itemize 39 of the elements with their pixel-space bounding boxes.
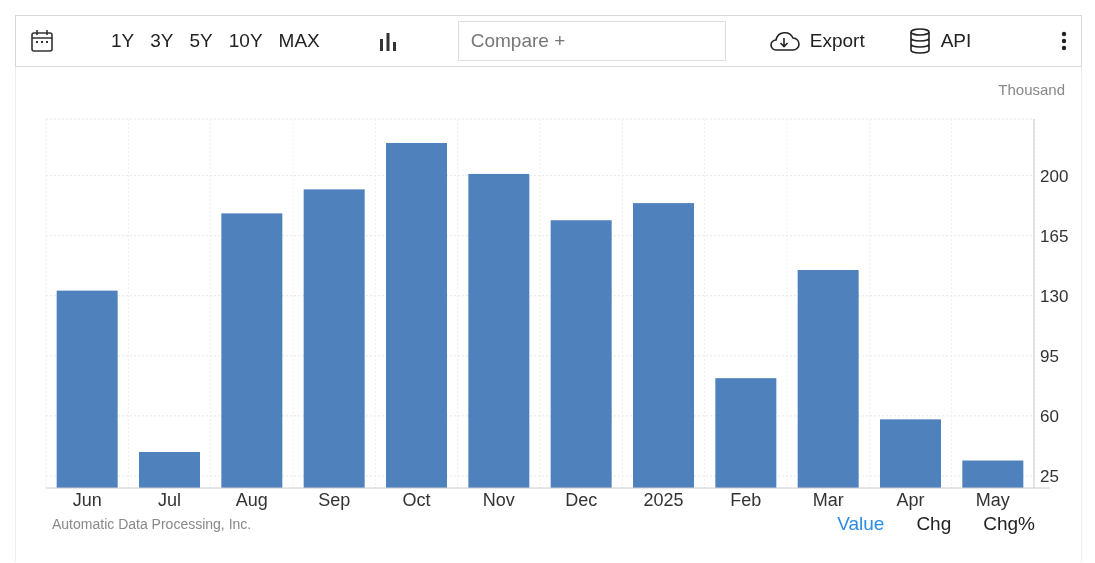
- x-tick-label: Feb: [730, 490, 762, 510]
- range-button[interactable]: 5Y: [189, 30, 213, 52]
- calendar-icon[interactable]: [30, 29, 54, 53]
- range-button[interactable]: 10Y: [228, 30, 263, 52]
- source-text: Automatic Data Processing, Inc.: [52, 516, 252, 532]
- y-tick-label: 95: [1040, 346, 1059, 366]
- bar: [962, 460, 1024, 488]
- y-tick-label: 25: [1040, 467, 1059, 486]
- x-tick-label: Dec: [565, 490, 598, 510]
- more-icon[interactable]: [1061, 31, 1067, 51]
- x-tick-label: Sep: [318, 490, 351, 510]
- bar: [139, 451, 200, 488]
- range-button[interactable]: 1Y: [111, 30, 135, 52]
- view-tab[interactable]: Chg%: [983, 513, 1035, 535]
- unit-label: Thousand: [998, 81, 1065, 98]
- export-button[interactable]: Export: [767, 30, 865, 52]
- view-tab[interactable]: Chg: [916, 513, 952, 535]
- x-tick-label: May: [975, 490, 1010, 510]
- compare-field[interactable]: Compare +: [457, 21, 726, 61]
- x-tick-label: Oct: [402, 490, 431, 510]
- x-tick-label: Apr: [896, 490, 925, 510]
- database-icon: [908, 28, 931, 54]
- range-button[interactable]: MAX: [278, 30, 320, 52]
- x-tick-label: Nov: [482, 490, 515, 510]
- y-tick-label: 165: [1040, 226, 1069, 246]
- x-tick-label: Jul: [158, 490, 181, 510]
- y-tick-label: 130: [1040, 286, 1069, 306]
- cloud-download-icon: [767, 30, 800, 52]
- x-tick-label: Mar: [812, 490, 844, 510]
- view-tab[interactable]: Value: [837, 513, 885, 535]
- x-tick-label: Jun: [72, 490, 102, 510]
- api-button[interactable]: API: [908, 28, 972, 54]
- x-tick-label: Aug: [235, 490, 268, 510]
- x-tick-label: 2025: [643, 490, 684, 510]
- y-tick-label: 60: [1040, 406, 1059, 426]
- bar-chart-icon[interactable]: [377, 31, 398, 51]
- bar: [880, 419, 941, 488]
- range-button[interactable]: 3Y: [150, 30, 174, 52]
- y-tick-label: 200: [1040, 166, 1069, 186]
